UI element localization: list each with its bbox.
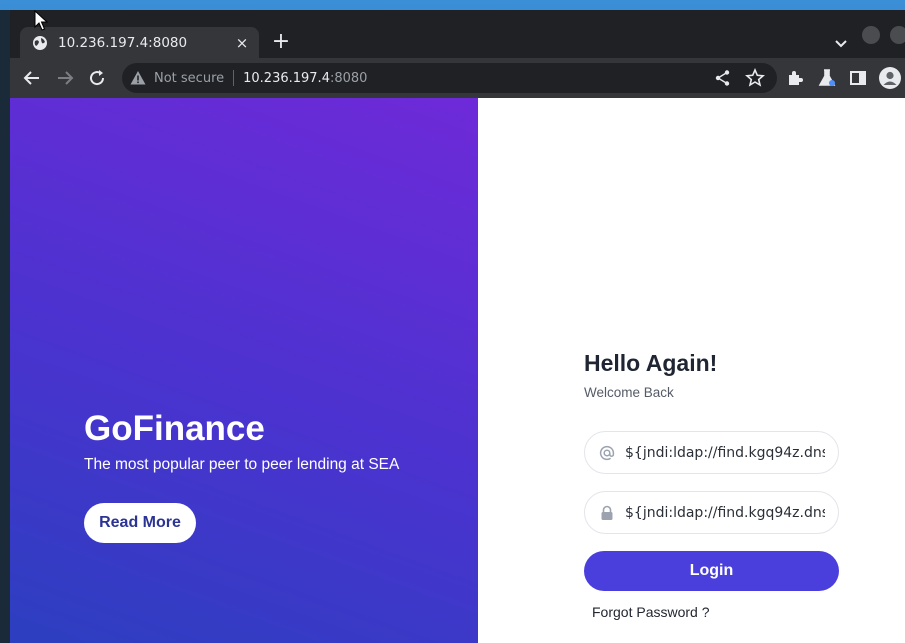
security-label[interactable]: Not secure [154, 71, 224, 86]
side-panel-icon[interactable] [848, 68, 868, 88]
globe-icon [33, 35, 47, 50]
tab-strip: 10.236.197.4:8080 × + [10, 10, 905, 58]
mouse-cursor-icon [34, 10, 48, 31]
forgot-password-link[interactable]: Forgot Password ? [592, 604, 710, 620]
login-button[interactable]: Login [584, 551, 839, 591]
close-tab-icon[interactable]: × [233, 34, 251, 52]
email-field[interactable] [584, 431, 839, 474]
extensions-icon[interactable] [785, 68, 805, 88]
forward-arrow-icon[interactable] [55, 68, 75, 88]
brand-title: GoFinance [84, 409, 265, 448]
chevron-down-icon[interactable] [830, 32, 852, 54]
login-subtitle: Welcome Back [584, 385, 674, 400]
desktop-edge [0, 10, 10, 643]
profile-avatar-icon[interactable] [879, 67, 901, 89]
lock-icon [601, 505, 613, 520]
labs-flask-icon[interactable] [817, 68, 837, 88]
login-title: Hello Again! [584, 350, 718, 376]
email-input[interactable] [625, 444, 825, 461]
maximize-button[interactable] [890, 26, 905, 44]
read-more-button[interactable]: Read More [84, 503, 196, 543]
browser-window: 10.236.197.4:8080 × + Not secure 10.236.… [10, 10, 905, 643]
at-icon [599, 445, 615, 460]
browser-tab[interactable]: 10.236.197.4:8080 × [20, 27, 259, 58]
url-port: :8080 [329, 70, 368, 86]
web-page: GoFinance The most popular peer to peer … [10, 98, 905, 643]
login-form: Hello Again! Welcome Back Login Forgot P… [584, 350, 840, 620]
back-arrow-icon[interactable] [22, 68, 42, 88]
tab-title: 10.236.197.4:8080 [58, 34, 188, 51]
new-tab-button[interactable]: + [268, 30, 294, 56]
hero-panel: GoFinance The most popular peer to peer … [10, 98, 478, 643]
hero-tagline: The most popular peer to peer lending at… [84, 456, 400, 473]
browser-toolbar: Not secure 10.236.197.4:8080 [10, 58, 905, 98]
password-input[interactable] [625, 504, 825, 521]
address-bar[interactable]: Not secure 10.236.197.4:8080 [122, 63, 777, 93]
omnibox-separator [233, 70, 235, 86]
warning-icon [130, 71, 146, 85]
star-icon[interactable] [745, 68, 765, 88]
reload-icon[interactable] [87, 68, 107, 88]
minimize-button[interactable] [862, 26, 880, 44]
url-host: 10.236.197.4 [243, 70, 330, 86]
password-field[interactable] [584, 491, 839, 534]
share-icon[interactable] [713, 68, 733, 88]
